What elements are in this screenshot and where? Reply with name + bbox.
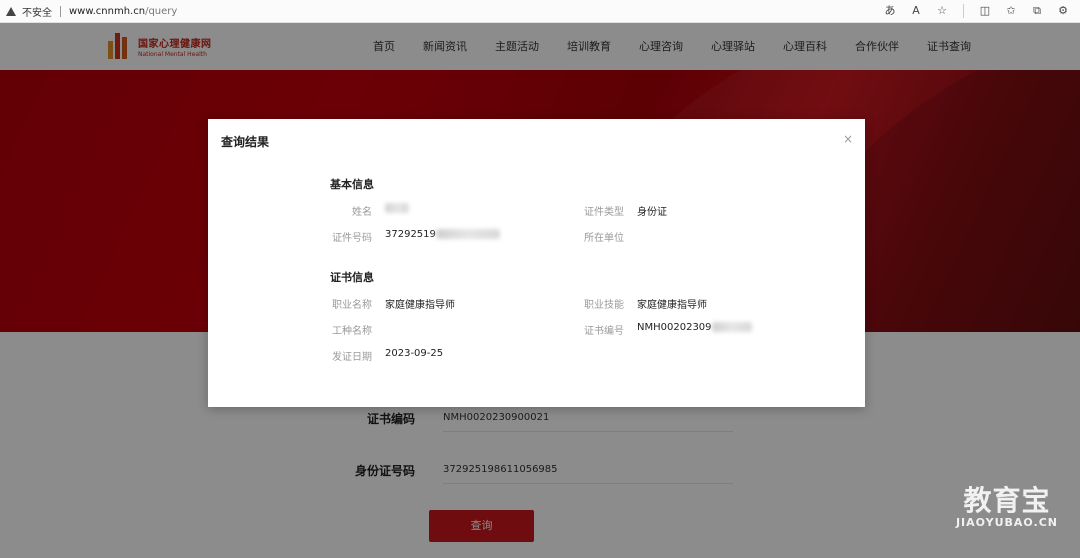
url-path: /query — [145, 5, 178, 17]
watermark-cn: 教育宝 — [963, 484, 1051, 517]
close-icon[interactable]: × — [843, 132, 853, 146]
watermark-logo: 教育宝 JIAOYUBAO.CN — [955, 484, 1058, 530]
cert-no-value: NMH00202309 — [637, 322, 752, 333]
divider — [60, 5, 61, 17]
cert-no-text: NMH00202309 — [637, 322, 712, 333]
job-skill-label: 职业技能 — [584, 300, 624, 311]
watermark-en: JIAOYUBAO.CN — [955, 516, 1058, 529]
favorites-icon[interactable]: ✩ — [1004, 4, 1018, 18]
insecure-label[interactable]: 不安全 — [22, 4, 52, 19]
cert-no-label: 证书编号 — [584, 326, 624, 337]
unit-label: 所在单位 — [584, 233, 624, 244]
query-result-dialog: 查询结果 × 基本信息 姓名 证件类型 身份证 证件号码 37292519 所在… — [208, 119, 865, 407]
id-no-label: 证件号码 — [332, 233, 372, 244]
cert-info-heading: 证书信息 — [330, 271, 374, 284]
translate-icon[interactable]: あ — [883, 4, 897, 18]
extensions-icon[interactable]: ⚙ — [1056, 4, 1070, 18]
name-label: 姓名 — [352, 207, 372, 218]
split-screen-icon[interactable]: ◫ — [978, 4, 992, 18]
warning-icon[interactable] — [6, 6, 16, 16]
collections-icon[interactable]: ⧉ — [1030, 4, 1044, 18]
id-no-value: 37292519 — [385, 229, 500, 240]
redacted-blur — [435, 229, 500, 239]
issue-date-value: 2023-09-25 — [385, 348, 444, 359]
url-domain: www.cnnmh.cn — [69, 5, 146, 17]
id-type-value: 身份证 — [637, 207, 667, 218]
issue-date-label: 发证日期 — [332, 352, 372, 363]
redacted-blur — [385, 203, 409, 213]
id-no-text: 37292519 — [385, 229, 436, 240]
browser-toolbar: あ A ☆ ◫ ✩ ⧉ ⚙ — [883, 4, 1070, 18]
favorite-star-icon[interactable]: ☆ — [935, 4, 949, 18]
job-name-label: 职业名称 — [332, 300, 372, 311]
divider — [963, 4, 964, 18]
dialog-title: 查询结果 — [221, 135, 270, 149]
job-name-value: 家庭健康指导师 — [385, 300, 455, 311]
job-skill-value: 家庭健康指导师 — [637, 300, 707, 311]
url-field[interactable]: www.cnnmh.cn/query — [69, 6, 177, 17]
read-aloud-icon[interactable]: A — [909, 4, 923, 18]
basic-info-heading: 基本信息 — [330, 178, 374, 191]
browser-address-bar: 不安全 www.cnnmh.cn/query あ A ☆ ◫ ✩ ⧉ ⚙ — [0, 0, 1080, 23]
name-value — [385, 203, 409, 214]
id-type-label: 证件类型 — [584, 207, 624, 218]
redacted-blur — [711, 322, 752, 332]
work-type-label: 工种名称 — [332, 326, 372, 337]
